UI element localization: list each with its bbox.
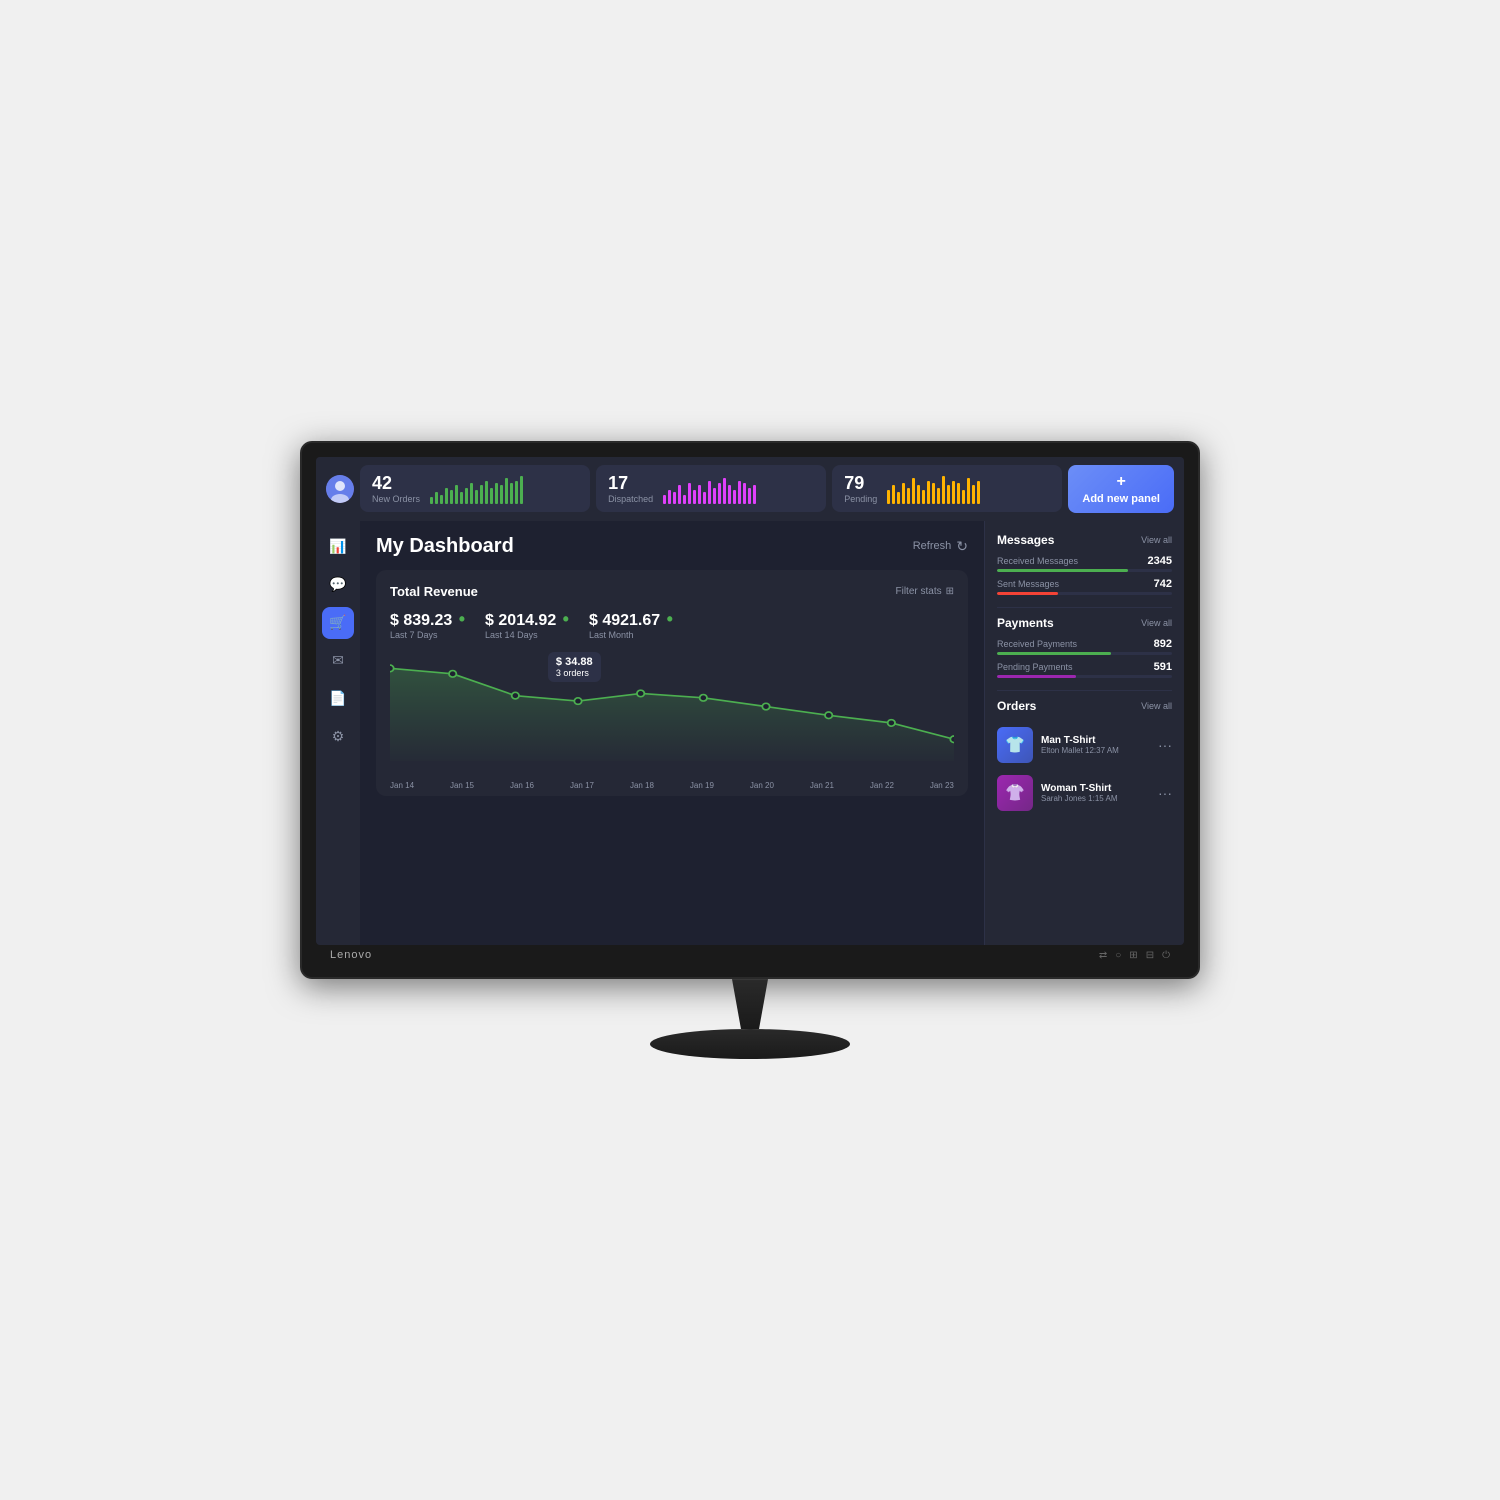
chart-label-7: Jan 21 xyxy=(810,781,834,790)
order-item-1: 👚 Woman T-Shirt Sarah Jones 1:15 AM ··· xyxy=(997,769,1172,817)
message-icon[interactable]: ✉ xyxy=(322,645,354,677)
chart-label-1: Jan 15 xyxy=(450,781,474,790)
app-container: 42 New Orders 17 Dispatched 79 Pending +… xyxy=(316,457,1184,945)
order-name-1: Woman T-Shirt xyxy=(1041,783,1150,794)
monitor-wrapper: 42 New Orders 17 Dispatched 79 Pending +… xyxy=(300,441,1200,1059)
filter-icon: ⊞ xyxy=(946,586,954,597)
top-bar: 42 New Orders 17 Dispatched 79 Pending +… xyxy=(316,457,1184,521)
monitor-controls: ⇄ ○ ⊞ ⊟ ⏻ xyxy=(1099,950,1170,961)
divider-2 xyxy=(997,690,1172,691)
messages-stats: Received Messages 2345 Sent Messages 742 xyxy=(997,555,1172,595)
main-area: 📊 💬 🛒 ✉ 📄 ⚙ My Dashboard Refresh ↻ xyxy=(316,521,1184,945)
refresh-icon: ↻ xyxy=(956,538,968,555)
content-area: My Dashboard Refresh ↻ Total Revenue xyxy=(360,521,1184,945)
revenue-card: Total Revenue Filter stats ⊞ $ 839.23 • … xyxy=(376,570,968,796)
order-meta-1: Sarah Jones 1:15 AM xyxy=(1041,794,1150,803)
order-more-1[interactable]: ··· xyxy=(1158,785,1172,801)
tooltip-label: 3 orders xyxy=(556,668,593,678)
payments-stats: Received Payments 892 Pending Payments 5… xyxy=(997,638,1172,678)
chart-label-3: Jan 17 xyxy=(570,781,594,790)
line-chart xyxy=(390,652,954,772)
monitor-ctrl-2[interactable]: ○ xyxy=(1115,950,1121,961)
bar-chart-icon[interactable]: 📊 xyxy=(322,531,354,563)
chart-label-0: Jan 14 xyxy=(390,781,414,790)
monitor-ctrl-5[interactable]: ⏻ xyxy=(1162,950,1170,961)
plus-icon: + xyxy=(1117,473,1126,491)
chart-labels: Jan 14 Jan 15 Jan 16 Jan 17 Jan 18 Jan 19 Jan … xyxy=(390,777,954,790)
order-thumb-1: 👚 xyxy=(997,775,1033,811)
avatar xyxy=(326,475,354,503)
monitor-bezel: 42 New Orders 17 Dispatched 79 Pending +… xyxy=(300,441,1200,979)
filter-stats-label: Filter stats xyxy=(895,586,941,597)
revenue-title: Total Revenue xyxy=(390,584,478,599)
messages-title: Messages xyxy=(997,533,1054,547)
right-panel: Messages View all Received Messages 2345… xyxy=(984,521,1184,945)
monitor-stand-neck xyxy=(720,979,780,1029)
dashboard-title: My Dashboard xyxy=(376,535,514,558)
revenue-stats: $ 839.23 • Last 7 Days $ 2014.92 • Last … xyxy=(390,609,954,640)
chart-label-4: Jan 18 xyxy=(630,781,654,790)
add-panel-label: Add new panel xyxy=(1082,493,1160,505)
settings-icon[interactable]: ⚙ xyxy=(322,721,354,753)
orders-list: 👕 Man T-Shirt Elton Mallet 12:37 AM ··· … xyxy=(997,721,1172,817)
revenue-stat-0: $ 839.23 • Last 7 Days xyxy=(390,609,465,640)
chart-tooltip: $ 34.88 3 orders xyxy=(548,652,601,682)
order-more-0[interactable]: ··· xyxy=(1158,737,1172,753)
payments-view-all[interactable]: View all xyxy=(1141,618,1172,628)
order-item-0: 👕 Man T-Shirt Elton Mallet 12:37 AM ··· xyxy=(997,721,1172,769)
order-meta-0: Elton Mallet 12:37 AM xyxy=(1041,746,1150,755)
file-icon[interactable]: 📄 xyxy=(322,683,354,715)
revenue-stat-1: $ 2014.92 • Last 14 Days xyxy=(485,609,569,640)
revenue-stat-2: $ 4921.67 • Last Month xyxy=(589,609,673,640)
filter-stats-button[interactable]: Filter stats ⊞ xyxy=(895,586,954,597)
chat-icon[interactable]: 💬 xyxy=(322,569,354,601)
monitor-ctrl-1[interactable]: ⇄ xyxy=(1099,950,1107,961)
monitor-ctrl-4[interactable]: ⊟ xyxy=(1146,950,1154,961)
divider-1 xyxy=(997,607,1172,608)
chart-label-5: Jan 19 xyxy=(690,781,714,790)
chart-label-6: Jan 20 xyxy=(750,781,774,790)
orders-view-all[interactable]: View all xyxy=(1141,701,1172,711)
monitor-ctrl-3[interactable]: ⊞ xyxy=(1129,950,1137,961)
order-thumb-0: 👕 xyxy=(997,727,1033,763)
messages-view-all[interactable]: View all xyxy=(1141,535,1172,545)
monitor-brand: Lenovo xyxy=(330,949,372,961)
payments-items-item-1: Pending Payments 591 xyxy=(997,661,1172,678)
refresh-label: Refresh xyxy=(913,540,952,552)
payments-title: Payments xyxy=(997,616,1054,630)
main-panel: My Dashboard Refresh ↻ Total Revenue xyxy=(360,521,984,945)
orders-title: Orders xyxy=(997,699,1036,713)
chart-area: $ 34.88 3 orders Jan 14Jan 15Jan 16Jan 1… xyxy=(390,652,954,782)
shop-icon[interactable]: 🛒 xyxy=(322,607,354,639)
refresh-button[interactable]: Refresh ↻ xyxy=(913,538,968,555)
messages-items-item-0: Received Messages 2345 xyxy=(997,555,1172,572)
chart-label-9: Jan 23 xyxy=(930,781,954,790)
monitor-screen: 42 New Orders 17 Dispatched 79 Pending +… xyxy=(316,457,1184,945)
stat-card-2: 79 Pending xyxy=(832,465,1062,512)
tooltip-amount: $ 34.88 xyxy=(556,656,593,668)
payments-items-item-0: Received Payments 892 xyxy=(997,638,1172,655)
chart-label-2: Jan 16 xyxy=(510,781,534,790)
chart-label-8: Jan 22 xyxy=(870,781,894,790)
sidebar: 📊 💬 🛒 ✉ 📄 ⚙ xyxy=(316,521,360,945)
stat-card-1: 17 Dispatched xyxy=(596,465,826,512)
monitor-bottom-bar: Lenovo ⇄ ○ ⊞ ⊟ ⏻ xyxy=(316,945,1184,963)
payments-section-header: Payments View all xyxy=(997,616,1172,630)
revenue-header: Total Revenue Filter stats ⊞ xyxy=(390,584,954,599)
messages-items-item-1: Sent Messages 742 xyxy=(997,578,1172,595)
monitor-stand-base xyxy=(650,1029,850,1059)
stat-card-0: 42 New Orders xyxy=(360,465,590,512)
add-panel-button[interactable]: + Add new panel xyxy=(1068,465,1174,513)
messages-section-header: Messages View all xyxy=(997,533,1172,547)
order-name-0: Man T-Shirt xyxy=(1041,735,1150,746)
dashboard-header: My Dashboard Refresh ↻ xyxy=(376,535,968,558)
orders-section-header: Orders View all xyxy=(997,699,1172,713)
